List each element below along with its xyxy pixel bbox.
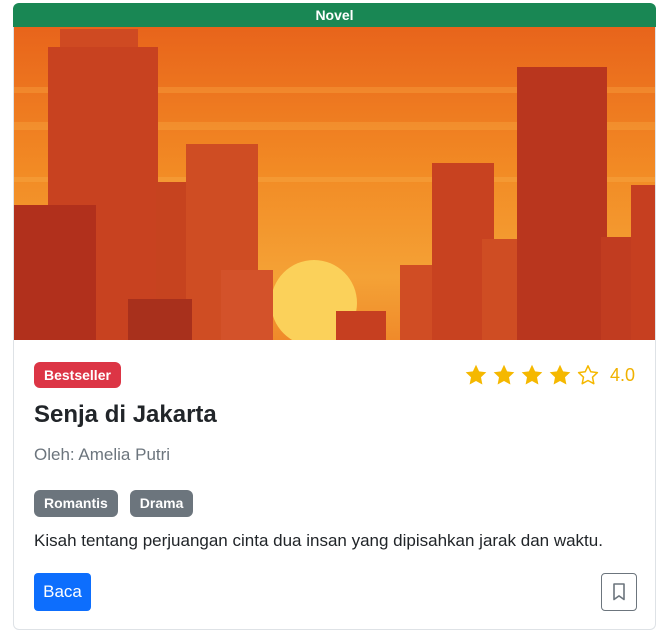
star-full-icon — [521, 364, 543, 385]
star-full-icon — [465, 364, 487, 385]
genre-tag: Drama — [129, 490, 194, 517]
bookmark-icon — [613, 583, 625, 601]
rating-value: 4.0 — [609, 364, 635, 385]
genre-tags: Romantis Drama — [34, 490, 205, 517]
book-title: Senja di Jakarta — [34, 401, 217, 428]
star-empty-icon — [577, 365, 599, 385]
book-card: Bestseller 4.0 Senja di Jakarta Oleh: Am… — [13, 27, 656, 630]
star-full-icon — [549, 364, 571, 385]
book-description: Kisah tentang perjuangan cinta dua insan… — [34, 531, 603, 550]
genre-tag: Romantis — [34, 490, 118, 517]
read-button[interactable]: Baca — [34, 573, 91, 611]
category-header: Novel — [13, 3, 656, 27]
star-full-icon — [493, 364, 515, 385]
bookmark-button[interactable] — [601, 573, 637, 611]
rating: 4.0 — [464, 362, 635, 388]
book-author: Oleh: Amelia Putri — [34, 445, 171, 464]
bestseller-badge: Bestseller — [34, 362, 121, 388]
cover-image — [14, 27, 655, 340]
